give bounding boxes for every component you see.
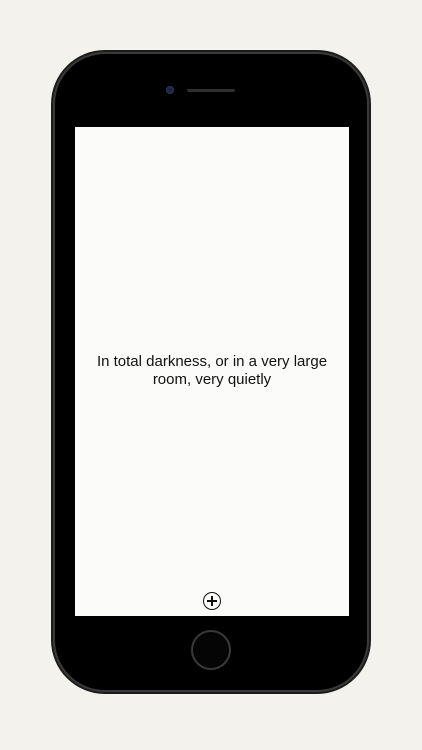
home-button[interactable] — [191, 630, 231, 670]
earpiece-speaker — [187, 89, 235, 92]
front-camera-icon — [166, 86, 174, 94]
oblique-message-text: In total darkness, or in a very large ro… — [96, 353, 328, 388]
plus-circle-icon[interactable] — [203, 592, 221, 610]
app-store-preview: In total darkness, or in a very large ro… — [0, 0, 422, 750]
phone-screen: In total darkness, or in a very large ro… — [75, 127, 349, 616]
phone-frame: In total darkness, or in a very large ro… — [55, 54, 367, 690]
